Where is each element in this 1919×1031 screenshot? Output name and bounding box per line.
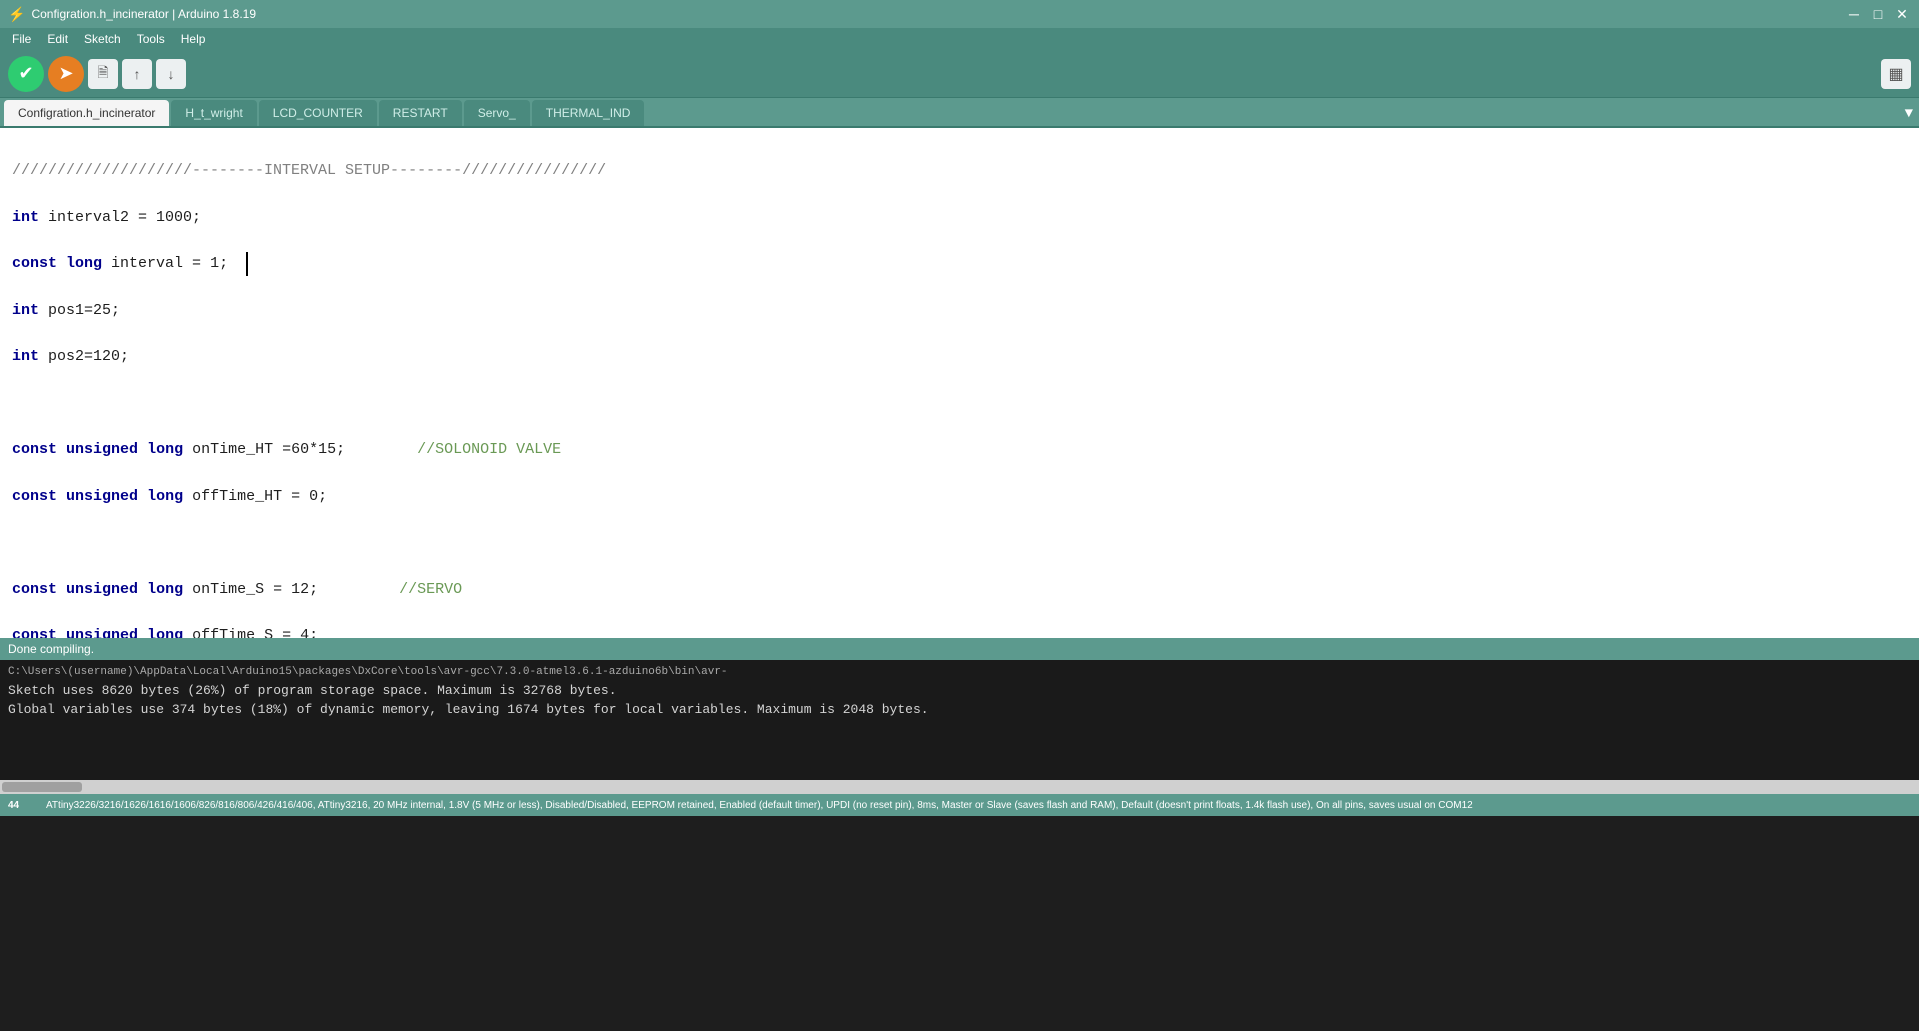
tab-restart[interactable]: RESTART bbox=[379, 100, 462, 126]
save-button[interactable]: ↓ bbox=[156, 59, 186, 89]
statusbar: 44 ATtiny3226/3216/1626/1616/1606/826/81… bbox=[0, 794, 1919, 816]
code-line-1: ////////////////////--------INTERVAL SET… bbox=[12, 159, 1907, 182]
menu-edit[interactable]: Edit bbox=[39, 30, 76, 48]
compile-status-label: Done compiling. bbox=[8, 642, 94, 656]
code-editor[interactable]: ////////////////////--------INTERVAL SET… bbox=[0, 128, 1919, 638]
console-line-2: Global variables use 374 bytes (18%) of … bbox=[8, 700, 1911, 720]
menu-file[interactable]: File bbox=[4, 30, 39, 48]
tabs-arrow-icon[interactable]: ▼ bbox=[1905, 106, 1913, 122]
code-line-9 bbox=[12, 531, 1907, 554]
app-icon: ⚡ bbox=[8, 6, 25, 23]
upload-button[interactable]: ➤ bbox=[48, 56, 84, 92]
tab-ht-wright[interactable]: H_t_wright bbox=[171, 100, 256, 126]
code-line-4: int pos1=25; bbox=[12, 299, 1907, 322]
code-line-7: const unsigned long onTime_HT =60*15; //… bbox=[12, 438, 1907, 461]
new-button[interactable]: 🗎 bbox=[88, 59, 118, 89]
titlebar: ⚡ Configration.h_incinerator | Arduino 1… bbox=[0, 0, 1919, 28]
toolbar: ✔ ➤ 🗎 ↑ ↓ ▦ bbox=[0, 50, 1919, 98]
console-path-line: C:\Users\(username)\AppData\Local\Arduin… bbox=[8, 664, 1911, 681]
verify-button[interactable]: ✔ bbox=[8, 56, 44, 92]
close-button[interactable]: ✕ bbox=[1893, 5, 1911, 23]
minimize-button[interactable]: ─ bbox=[1845, 5, 1863, 23]
open-button[interactable]: ↑ bbox=[122, 59, 152, 89]
tab-configration[interactable]: Configration.h_incinerator bbox=[4, 100, 169, 126]
status-board-info: ATtiny3226/3216/1626/1616/1606/826/816/8… bbox=[46, 800, 1911, 811]
horizontal-scrollbar[interactable] bbox=[0, 780, 1919, 794]
tab-lcd-counter[interactable]: LCD_COUNTER bbox=[259, 100, 377, 126]
menubar: File Edit Sketch Tools Help bbox=[0, 28, 1919, 50]
code-line-10: const unsigned long onTime_S = 12; //SER… bbox=[12, 578, 1907, 601]
tab-servo[interactable]: Servo_ bbox=[464, 100, 530, 126]
menu-tools[interactable]: Tools bbox=[129, 30, 173, 48]
code-line-2: int interval2 = 1000; bbox=[12, 206, 1907, 229]
scrollbar-thumb[interactable] bbox=[2, 782, 82, 792]
tabs-bar: Configration.h_incinerator H_t_wright LC… bbox=[0, 98, 1919, 128]
code-line-8: const unsigned long offTime_HT = 0; bbox=[12, 485, 1907, 508]
restore-button[interactable]: □ bbox=[1869, 5, 1887, 23]
code-line-3: const long interval = 1; bbox=[12, 252, 1907, 275]
console-output[interactable]: C:\Users\(username)\AppData\Local\Arduin… bbox=[0, 660, 1919, 780]
serial-monitor-button[interactable]: ▦ bbox=[1881, 59, 1911, 89]
code-line-6 bbox=[12, 392, 1907, 415]
line-number: 44 bbox=[8, 800, 38, 811]
window-controls: ─ □ ✕ bbox=[1845, 5, 1911, 23]
title-text: Configration.h_incinerator | Arduino 1.8… bbox=[31, 7, 1845, 21]
console-header: Done compiling. bbox=[0, 638, 1919, 660]
menu-sketch[interactable]: Sketch bbox=[76, 30, 129, 48]
code-line-11: const unsigned long offTime_S = 4; bbox=[12, 624, 1907, 638]
console-line-1: Sketch uses 8620 bytes (26%) of program … bbox=[8, 681, 1911, 701]
tab-thermal-ind[interactable]: THERMAL_IND bbox=[532, 100, 645, 126]
menu-help[interactable]: Help bbox=[173, 30, 214, 48]
code-line-5: int pos2=120; bbox=[12, 345, 1907, 368]
